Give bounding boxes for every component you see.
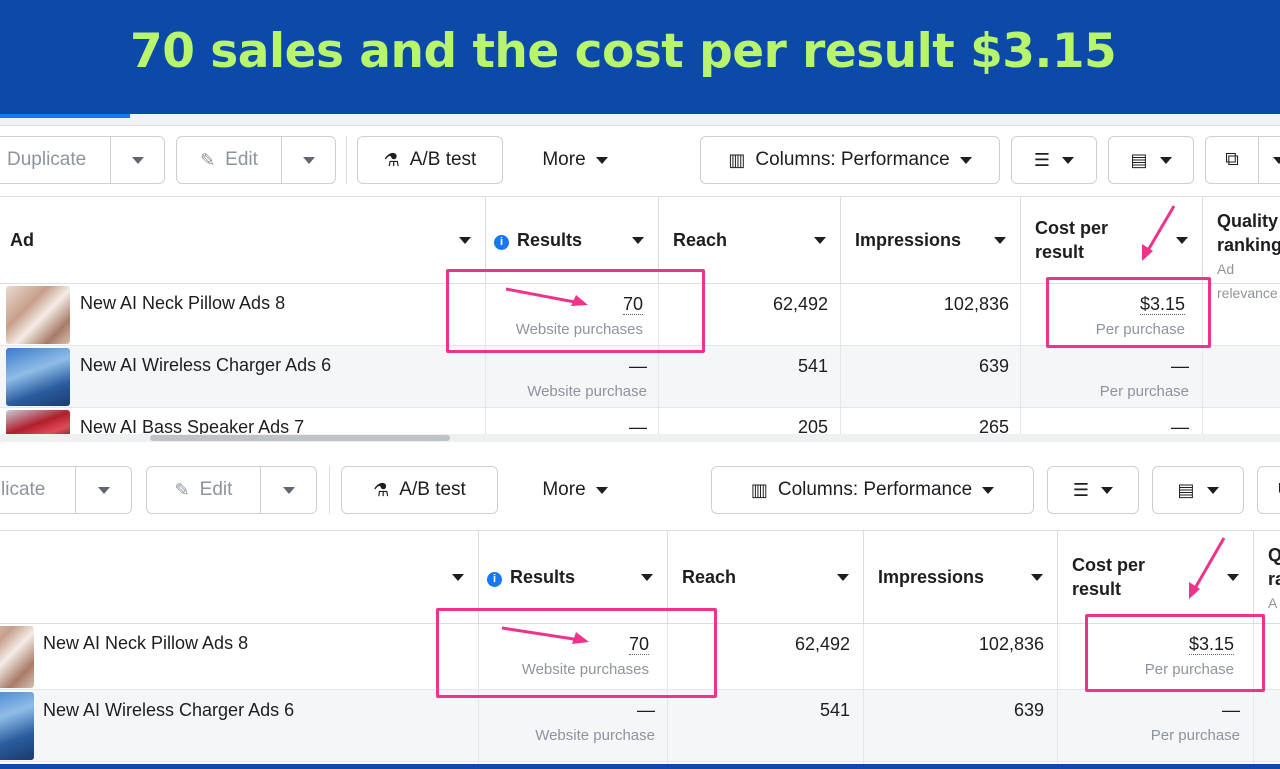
results-arrow-line bbox=[501, 626, 581, 642]
annotation-arrows bbox=[501, 537, 1226, 644]
cost-arrow bbox=[1189, 537, 1226, 599]
bottom-border bbox=[0, 764, 1280, 769]
banner-title: 70 sales and the cost per result $3.15 bbox=[130, 24, 1117, 79]
title-banner: 70 sales and the cost per result $3.15 bbox=[0, 0, 1280, 114]
results-arrow-head bbox=[571, 295, 588, 306]
scrollbar-thumb[interactable] bbox=[150, 435, 450, 441]
cost-arrow-line bbox=[1145, 205, 1176, 253]
cost-arrow bbox=[1142, 205, 1176, 261]
horizontal-scrollbar[interactable] bbox=[0, 434, 1280, 442]
results-arrow bbox=[501, 626, 589, 644]
results-arrow-head bbox=[572, 632, 589, 644]
cost-arrow-line bbox=[1192, 537, 1226, 591]
results-arrow bbox=[505, 287, 588, 306]
ads-panel-bottom: licate ✎ Edit ⚗ A/B test More ▥ Columns:… bbox=[0, 450, 1280, 769]
ads-panel-top: Duplicate ✎ Edit ⚗ A/B test More ▥ Colum… bbox=[0, 114, 1280, 442]
annotation-arrows bbox=[505, 205, 1176, 306]
results-arrow-line bbox=[505, 287, 581, 305]
